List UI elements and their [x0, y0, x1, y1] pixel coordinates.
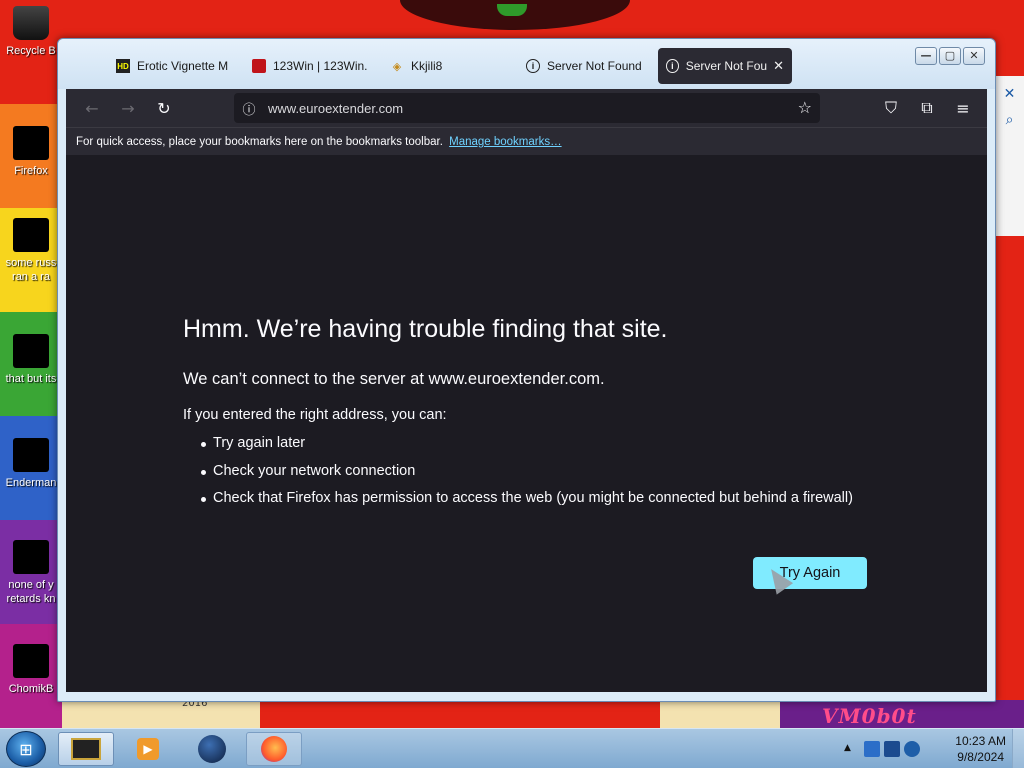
- pocket-icon[interactable]: ⛉: [875, 93, 907, 123]
- info-icon: i: [526, 59, 540, 73]
- desktop-icon-recycle-bin[interactable]: Recycle B: [0, 6, 62, 58]
- file-icon: [13, 334, 49, 368]
- globe-icon: [198, 735, 226, 763]
- tab-kkjili8[interactable]: ◈ Kkjili8: [382, 48, 518, 84]
- page-content: Hmm. We’re having trouble finding that s…: [66, 155, 987, 692]
- clock[interactable]: 10:23 AM 9/8/2024: [955, 733, 1006, 765]
- bookmarks-toolbar: For quick access, place your bookmarks h…: [66, 127, 987, 155]
- tab-label: Server Not Found: [547, 59, 642, 73]
- suggestion-list: Try again later Check your network conne…: [183, 435, 853, 518]
- hd-icon: HD: [116, 59, 130, 73]
- wallpaper-watermark: VM0b0t: [822, 704, 917, 728]
- tab-label: Server Not Fou: [685, 59, 768, 73]
- close-button[interactable]: ✕: [963, 47, 985, 65]
- error-title: Hmm. We’re having trouble finding that s…: [183, 315, 668, 343]
- desktop-icon-file[interactable]: Enderman: [0, 438, 62, 490]
- close-icon: ✕: [1003, 86, 1016, 102]
- browser-window: HD Erotic Vignette M 123Win | 123Win. ◈ …: [57, 38, 996, 702]
- folder-icon: [71, 738, 101, 760]
- background-window-fragment: ✕ ⌕: [994, 76, 1024, 236]
- toolbar-actions: ⛉ ⧉ ≡: [875, 93, 979, 123]
- taskbar-item-file-explorer[interactable]: [58, 732, 114, 766]
- minimize-button[interactable]: —: [915, 47, 937, 65]
- bookmark-star-icon[interactable]: ☆: [798, 98, 812, 117]
- reload-button[interactable]: ↻: [146, 93, 182, 123]
- wallpaper-strip: [260, 700, 660, 728]
- error-message: We can’t connect to the server at www.eu…: [183, 370, 605, 388]
- red-card-icon: [252, 59, 266, 73]
- title-bar: HD Erotic Vignette M 123Win | 123Win. ◈ …: [58, 39, 995, 89]
- start-button[interactable]: ⊞: [6, 731, 46, 767]
- box-icon: ◈: [392, 60, 402, 73]
- network-icon[interactable]: [864, 741, 880, 757]
- error-container: Hmm. We’re having trouble finding that s…: [183, 315, 853, 518]
- desktop-icon-file[interactable]: that but its: [0, 334, 62, 386]
- desktop-icon-label: Recycle B: [6, 45, 56, 57]
- desktop-icon-label: Firefox: [14, 165, 48, 177]
- show-desktop-button[interactable]: [1012, 729, 1024, 768]
- media-player-icon: ▶: [137, 738, 159, 760]
- manage-bookmarks-link[interactable]: Manage bookmarks…: [449, 136, 562, 148]
- window-controls: — ▢ ✕: [915, 47, 985, 65]
- back-button[interactable]: ←: [74, 93, 110, 123]
- extensions-icon[interactable]: ⧉: [911, 93, 943, 123]
- desktop-icon-label: that but its: [5, 373, 57, 385]
- desktop-icon-file[interactable]: none of y retards kn: [0, 540, 62, 606]
- desktop-icon-file[interactable]: some russ ran a ra: [0, 218, 62, 284]
- desktop-icon-file[interactable]: ChomikB: [0, 644, 62, 696]
- suggestion-item: Check that Firefox has permission to acc…: [201, 490, 853, 518]
- desktop-icon-label: none of y retards kn: [6, 579, 56, 605]
- tab-close-icon[interactable]: ✕: [773, 58, 784, 74]
- taskbar-item-globe[interactable]: [184, 732, 240, 766]
- clock-date: 9/8/2024: [957, 750, 1004, 764]
- url-text[interactable]: www.euroextender.com: [268, 101, 403, 116]
- search-icon: ⌕: [1005, 112, 1014, 128]
- desktop-icon-firefox[interactable]: Firefox: [0, 126, 62, 178]
- forward-button[interactable]: →: [110, 93, 146, 123]
- file-icon: [13, 644, 49, 678]
- navigation-toolbar: ← → ↻ ⓘ www.euroextender.com ☆ ⛉ ⧉ ≡: [66, 89, 987, 127]
- system-tray: ▲ 10:23 AM 9/8/2024: [840, 729, 1024, 768]
- taskbar-item-firefox[interactable]: [246, 732, 302, 766]
- monitor-icon[interactable]: [884, 741, 900, 757]
- tab-label: Erotic Vignette M: [137, 59, 229, 73]
- recycle-bin-icon: [13, 6, 49, 40]
- tab-label: Kkjili8: [411, 59, 443, 73]
- info-icon: i: [666, 59, 679, 73]
- site-info-icon[interactable]: ⓘ: [234, 99, 264, 118]
- desktop-icon-label: Enderman: [5, 477, 57, 489]
- maximize-button[interactable]: ▢: [939, 47, 961, 65]
- tab-strip: HD Erotic Vignette M 123Win | 123Win. ◈ …: [108, 47, 792, 85]
- file-icon: [13, 218, 49, 252]
- taskbar: ⊞ ▶ ▲ 10:23 AM 9/8/2024: [0, 728, 1024, 768]
- menu-icon[interactable]: ≡: [947, 93, 979, 123]
- volume-icon[interactable]: [904, 741, 920, 757]
- error-subtitle: If you entered the right address, you ca…: [183, 407, 447, 423]
- file-icon: [13, 540, 49, 574]
- tab-server-not-found[interactable]: i Server Not Found: [518, 48, 658, 84]
- taskbar-item-media-player[interactable]: ▶: [120, 732, 176, 766]
- bookmarks-message: For quick access, place your bookmarks h…: [76, 136, 443, 148]
- tab-123win[interactable]: 123Win | 123Win.: [244, 48, 382, 84]
- url-bar[interactable]: ⓘ www.euroextender.com ☆: [234, 93, 820, 123]
- file-icon: [13, 438, 49, 472]
- tab-erotic-vignette[interactable]: HD Erotic Vignette M: [108, 48, 244, 84]
- tab-label: 123Win | 123Win.: [273, 59, 368, 73]
- desktop-icon-label: ChomikB: [8, 683, 54, 695]
- suggestion-item: Try again later: [201, 435, 853, 463]
- suggestion-item: Check your network connection: [201, 463, 853, 491]
- firefox-icon: [261, 736, 287, 762]
- tray-overflow-icon[interactable]: ▲: [844, 743, 851, 753]
- wallpaper-shape: [497, 4, 527, 16]
- desktop-icon-label: some russ ran a ra: [5, 257, 57, 283]
- clock-time: 10:23 AM: [955, 734, 1006, 748]
- firefox-icon: [13, 126, 49, 160]
- tab-server-not-found-active[interactable]: i Server Not Fou ✕: [658, 48, 792, 84]
